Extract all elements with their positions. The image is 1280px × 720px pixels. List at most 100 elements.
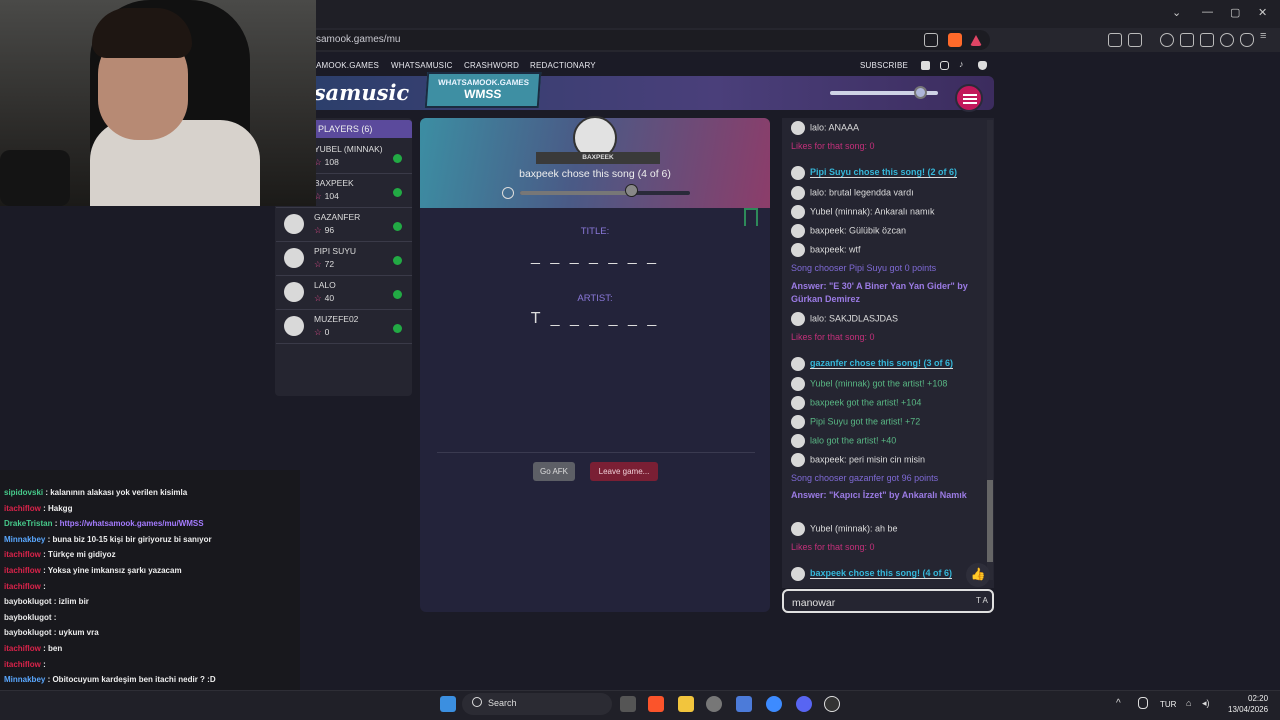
mic-tray-icon[interactable] [1138, 697, 1148, 709]
go-afk-button[interactable]: Go AFK [533, 462, 575, 481]
avatar [791, 121, 805, 135]
chevron-up-icon[interactable]: ^ [1116, 698, 1121, 709]
language-indicator[interactable]: TUR [1160, 700, 1176, 709]
chat-text: : kalanının alakası yok verilen kisimla [43, 488, 188, 497]
maximize-icon[interactable]: ▢ [1230, 6, 1240, 19]
text-format-icon[interactable]: T A [976, 596, 988, 605]
artist-label: ARTIST: [577, 293, 613, 304]
chat-input[interactable] [782, 589, 994, 613]
player-row: GAZANFER ☆ 96 [276, 208, 412, 242]
chat-username[interactable]: itachiflow [4, 582, 41, 591]
nav-redactionary[interactable]: REDACTIONARY [530, 61, 596, 70]
nav-crashword[interactable]: CRASHWORD [464, 61, 519, 70]
clock[interactable]: 02:20 13/04/2026 [1228, 693, 1268, 715]
timer-icon [624, 184, 638, 197]
discord-icon[interactable] [978, 61, 987, 70]
screenshot-icon[interactable] [1128, 33, 1142, 47]
player-name: YUBEL (MINNAK) [314, 144, 383, 154]
chat-username[interactable]: itachiflow [4, 550, 41, 559]
avatar [791, 567, 805, 581]
chat-username[interactable]: itachiflow [4, 644, 41, 653]
discord-taskbar-icon[interactable] [796, 696, 812, 712]
extensions-icon[interactable] [1108, 33, 1122, 47]
messenger-icon[interactable] [766, 696, 782, 712]
hamburger-line [963, 102, 977, 104]
pause-icon[interactable] [502, 187, 514, 199]
wallet-icon[interactable] [1200, 33, 1214, 47]
player-name: GAZANFER [314, 212, 361, 222]
ai-icon[interactable] [1220, 33, 1234, 47]
chat-username[interactable]: itachiflow [4, 566, 41, 575]
app-icon[interactable] [736, 696, 752, 712]
twitter-icon[interactable] [921, 61, 930, 70]
bookmark-icon[interactable] [744, 208, 758, 226]
folder-icon[interactable] [678, 696, 694, 712]
stream-chat-message: itachiflow : [4, 582, 46, 591]
nav-whatsamook-games[interactable]: AMOOK.GAMES [316, 61, 379, 70]
player-row: LALO ☆ 40 [276, 276, 412, 310]
brave-icon[interactable] [648, 696, 664, 712]
webcam-overlay [0, 0, 316, 206]
chat-link[interactable]: https://whatsamook.games/mu/WMSS [60, 519, 204, 528]
webcam-person-hair [92, 8, 192, 58]
chat-text: : Yoksa yine imkansız şarkı yazacam [40, 566, 182, 575]
chat-username[interactable]: sipidovski [4, 488, 43, 497]
task-view-icon[interactable] [620, 696, 636, 712]
vpn-icon[interactable] [1240, 33, 1254, 47]
chat-chooser: Pipi Suyu chose this song! (2 of 6) [791, 166, 981, 180]
room-tag-site: WHATSAMOOK.GAMES [437, 78, 530, 87]
instagram-icon[interactable] [940, 61, 949, 70]
obs-icon[interactable] [824, 696, 840, 712]
close-icon[interactable]: ✕ [1258, 6, 1267, 19]
avatar [791, 453, 805, 467]
chat-username[interactable]: itachiflow [4, 660, 41, 669]
star-icon: ☆ [314, 259, 322, 269]
start-icon[interactable] [440, 696, 456, 712]
sidebar-icon[interactable] [1180, 33, 1194, 47]
stream-chat-message: sipidovski : kalanının alakası yok veril… [4, 488, 187, 497]
brave-shield-icon[interactable] [948, 33, 962, 47]
chat-scrollbar-thumb[interactable] [987, 480, 993, 562]
chat-username[interactable]: DrakeTristan [4, 519, 52, 528]
volume-slider-handle[interactable] [914, 86, 927, 99]
chat-message: lalo: brutal legendda vardı [791, 186, 981, 200]
chat-username[interactable]: Minnakbey [4, 535, 45, 544]
stream-chat-message: bayboklugot : uykum vra [4, 628, 99, 637]
thumbs-up-icon[interactable]: 👍 [966, 563, 990, 587]
subscribe-link[interactable]: SUBSCRIBE [860, 61, 908, 70]
menu-icon[interactable]: ≡ [1260, 30, 1274, 44]
player-score: ☆ 104 [314, 191, 339, 201]
webcam-microphone [0, 150, 70, 206]
ready-check-icon [393, 188, 402, 197]
tiktok-icon[interactable]: ♪ [959, 59, 968, 69]
nav-whatsamusic[interactable]: WHATSAMUSIC [391, 61, 453, 70]
hamburger-menu-button[interactable] [955, 84, 983, 112]
url-text[interactable]: samook.games/mu [316, 34, 400, 45]
share-icon[interactable] [924, 33, 938, 47]
avatar [791, 312, 805, 326]
chat-username[interactable]: itachiflow [4, 504, 41, 513]
chat-text: : izlim bir [51, 597, 89, 607]
avatar [791, 224, 805, 238]
site-logo[interactable]: tsamusic [304, 80, 409, 105]
network-icon[interactable]: ⌂ [1186, 698, 1191, 708]
volume-icon[interactable]: ◂) [1202, 698, 1210, 709]
ready-check-icon [393, 154, 402, 163]
settings-icon[interactable] [706, 696, 722, 712]
taskbar-search[interactable]: Search [462, 693, 612, 715]
brave-rewards-icon[interactable] [970, 35, 982, 46]
chat-username[interactable]: bayboklugot [4, 628, 52, 637]
star-icon: ☆ [314, 327, 322, 337]
leave-game-button[interactable]: Leave game... [590, 462, 658, 481]
url-field[interactable] [300, 30, 990, 50]
chat-message: baxpeek: wtf [791, 243, 981, 257]
music-icon[interactable] [1160, 33, 1174, 47]
chevron-down-icon[interactable]: ⌄ [1172, 6, 1181, 19]
chat-text: : [40, 581, 46, 591]
hamburger-line [963, 94, 977, 96]
minimize-icon[interactable]: — [1202, 6, 1213, 18]
chat-username[interactable]: Minnakbey [4, 675, 45, 684]
chat-username[interactable]: bayboklugot [4, 597, 52, 606]
chat-username[interactable]: bayboklugot [4, 613, 52, 622]
ready-check-icon [393, 324, 402, 333]
